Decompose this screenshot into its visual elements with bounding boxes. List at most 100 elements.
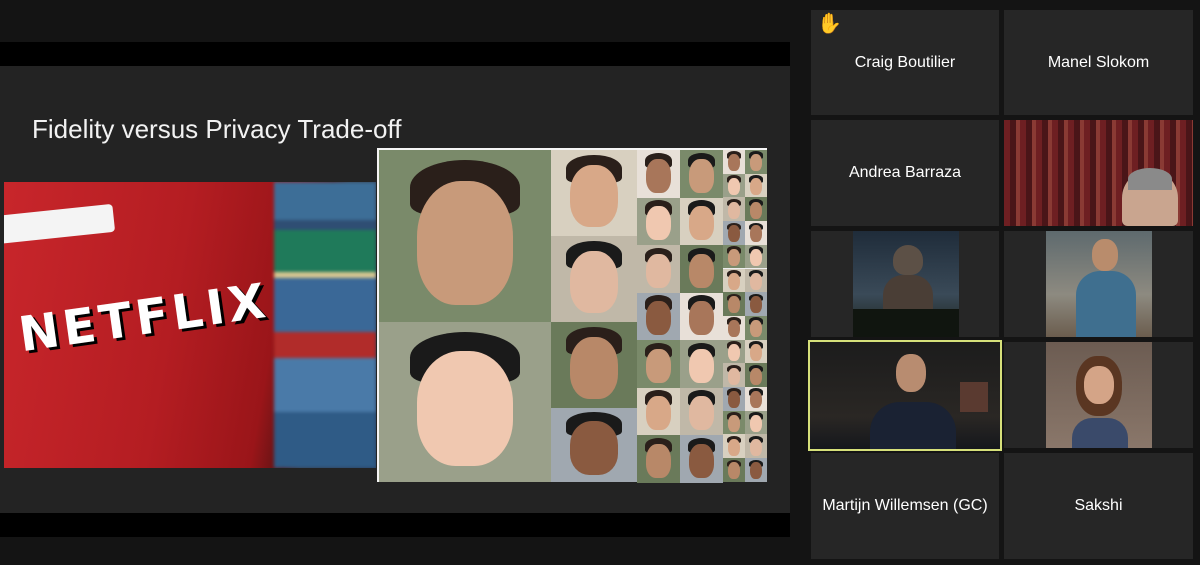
face-thumbnail	[745, 458, 767, 482]
face-thumbnail	[745, 221, 767, 245]
face-thumbnail	[745, 244, 767, 269]
face-skin	[727, 201, 741, 219]
raised-hand-icon: ✋	[817, 13, 842, 35]
face-skin	[569, 251, 619, 314]
person-head	[1092, 239, 1118, 271]
face-skin	[727, 343, 741, 361]
face-skin	[749, 320, 763, 338]
share-letterbox-top	[0, 42, 790, 66]
participant-tile-manel-slokom[interactable]: Manel Slokom	[1004, 10, 1193, 115]
face-thumbnail	[680, 435, 723, 483]
tree-line	[853, 309, 959, 337]
participant-tile-active-speaker[interactable]	[808, 340, 1002, 451]
participant-name: Manel Slokom	[1047, 53, 1150, 71]
face-skin	[646, 158, 671, 193]
face-skin	[749, 296, 763, 314]
participant-name: Sakshi	[1074, 497, 1123, 514]
face-skin	[416, 350, 514, 466]
face-thumbnail	[723, 434, 745, 459]
shared-screen-slide[interactable]: Fidelity versus Privacy Trade-off NETFLI…	[0, 66, 790, 513]
face-skin	[727, 414, 741, 432]
face-thumbnail	[745, 150, 767, 174]
face-skin	[749, 438, 763, 456]
face-skin	[689, 443, 714, 478]
face-skin	[749, 343, 763, 361]
face-thumbnail	[723, 221, 745, 245]
participant-name: Craig Boutilier	[854, 53, 956, 71]
face-thumbnail	[745, 410, 767, 435]
person-head	[896, 354, 926, 392]
face-skin	[727, 438, 741, 456]
face-thumbnail	[723, 173, 745, 198]
face-thumbnail	[745, 363, 767, 387]
face-thumbnail	[680, 150, 723, 198]
face-thumbnail	[745, 197, 767, 222]
person-shirt	[1076, 271, 1136, 337]
face-skin	[727, 225, 741, 243]
face-thumbnail	[551, 236, 637, 322]
face-thumbnail	[745, 315, 767, 340]
participant-tile-video-2[interactable]	[811, 231, 999, 337]
face-thumbnail	[723, 387, 745, 411]
netflix-photo: NETFLIX	[4, 182, 376, 468]
face-skin	[749, 414, 763, 432]
face-thumbnail	[680, 340, 723, 388]
face-thumbnail	[637, 150, 680, 198]
share-letterbox-bottom	[0, 513, 790, 537]
participant-tile-martijn-willemsen[interactable]: Martijn Willemsen (GC)	[811, 453, 999, 559]
face-skin	[646, 396, 671, 431]
face-skin	[569, 165, 619, 228]
face-thumbnail	[745, 292, 767, 316]
netflix-logo-text: NETFLIX	[15, 272, 273, 364]
face-thumbnail	[723, 244, 745, 269]
person-top	[1072, 418, 1128, 448]
participant-video	[1046, 342, 1152, 448]
synthetic-faces-image	[377, 148, 767, 483]
robot-head	[893, 245, 923, 275]
face-thumbnail	[379, 322, 551, 482]
participant-tile-video-1[interactable]	[1004, 120, 1193, 226]
face-thumbnail	[551, 322, 637, 408]
slide-title: Fidelity versus Privacy Trade-off	[32, 114, 402, 144]
face-thumbnail	[723, 268, 745, 293]
participant-video	[810, 342, 1000, 449]
face-skin	[689, 396, 714, 431]
face-skin	[689, 301, 714, 336]
face-thumbnail	[680, 197, 723, 245]
face-thumbnail	[723, 458, 745, 482]
participant-tile-video-3[interactable]	[1004, 231, 1193, 337]
face-thumbnail	[637, 340, 680, 388]
person-sweater	[870, 402, 956, 449]
face-thumbnail	[723, 363, 745, 387]
face-skin	[689, 158, 714, 193]
participant-tile-craig-boutilier[interactable]: ✋ Craig Boutilier	[811, 10, 999, 115]
participant-video	[1004, 120, 1193, 226]
lanyard-clip	[4, 203, 116, 245]
face-skin	[689, 348, 714, 383]
face-skin	[416, 180, 514, 305]
face-skin	[727, 296, 741, 314]
face-thumbnail	[723, 410, 745, 435]
face-thumbnail	[723, 150, 745, 174]
face-skin	[749, 249, 763, 267]
face-skin	[727, 154, 741, 172]
person-hair	[1128, 168, 1172, 190]
face-skin	[646, 253, 671, 288]
face-skin	[569, 421, 619, 475]
face-thumbnail	[723, 339, 745, 364]
face-thumbnail	[723, 315, 745, 340]
face-thumbnail	[745, 387, 767, 411]
participant-tile-sakshi[interactable]: Sakshi	[1004, 453, 1193, 559]
participant-video	[853, 231, 959, 337]
participant-tile-video-4[interactable]	[1004, 342, 1193, 448]
participant-name: Martijn Willemsen (GC)	[822, 497, 988, 514]
face-thumbnail	[551, 150, 637, 236]
face-thumbnail	[723, 197, 745, 222]
face-thumbnail	[637, 387, 680, 435]
face-skin	[727, 177, 741, 195]
face-skin	[569, 337, 619, 400]
participant-tile-andrea-barraza[interactable]: Andrea Barraza	[811, 120, 999, 226]
face-thumbnail	[637, 292, 680, 340]
face-thumbnail	[723, 292, 745, 316]
face-thumbnail	[680, 245, 723, 293]
